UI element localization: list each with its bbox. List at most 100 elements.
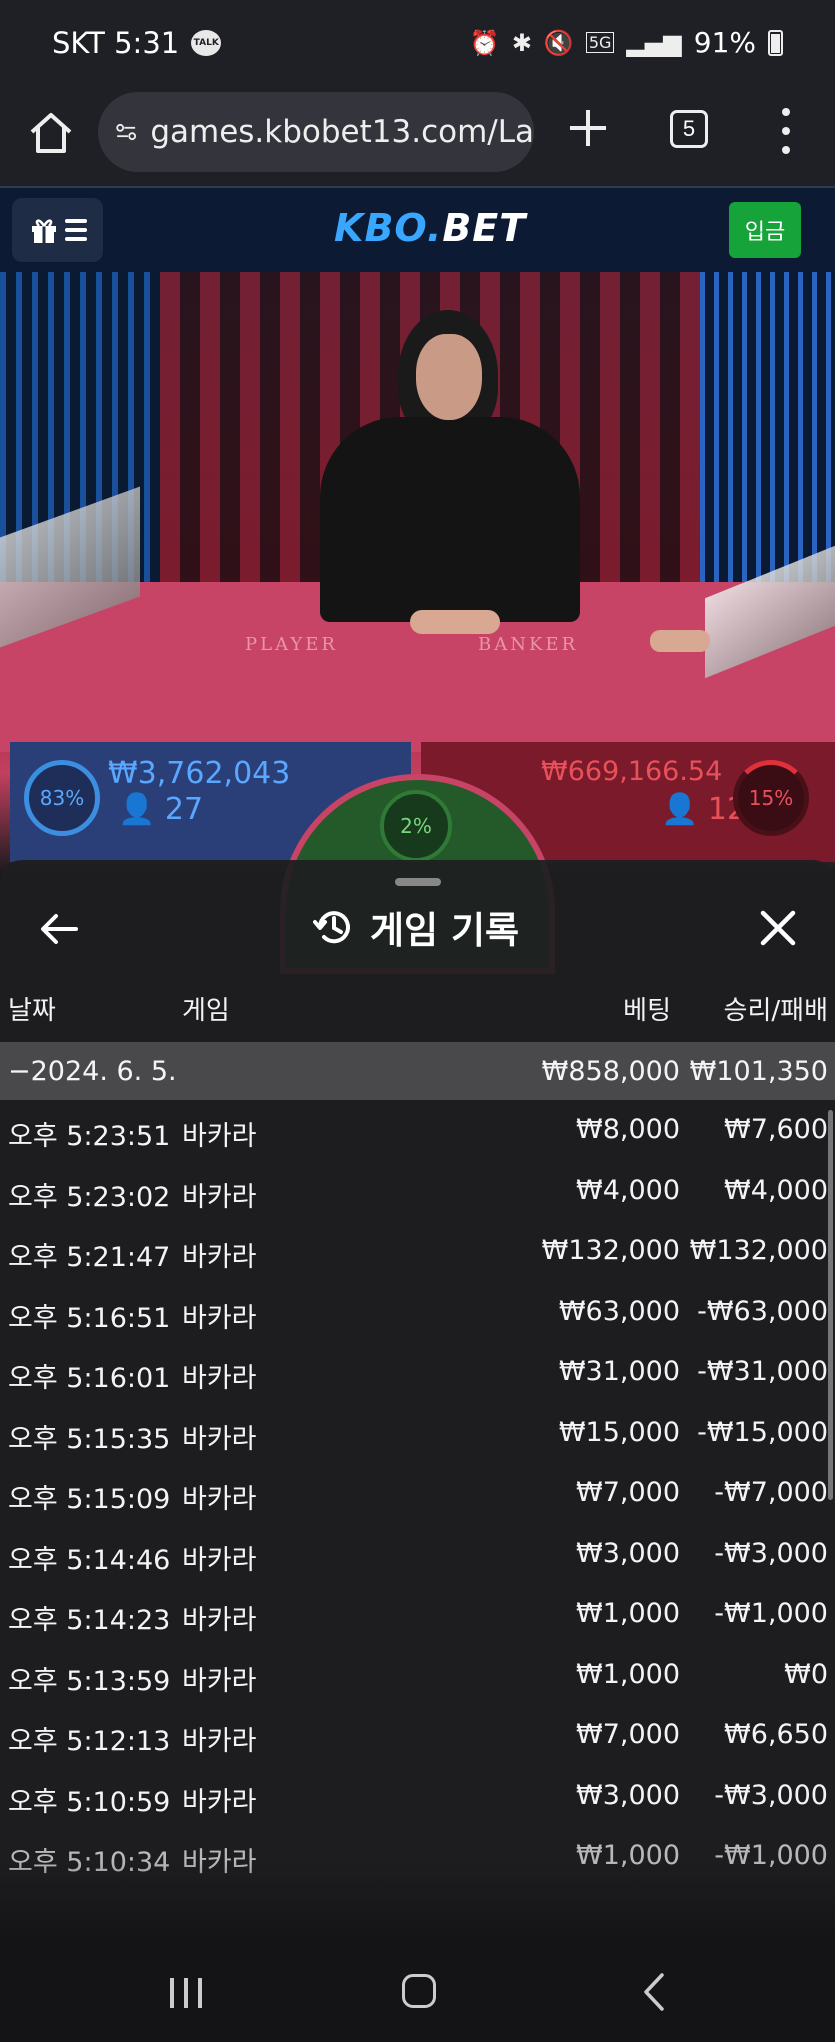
right-backdrop <box>700 272 835 602</box>
battery-icon <box>768 29 783 56</box>
home-nav-icon[interactable] <box>402 1974 436 2008</box>
close-icon[interactable] <box>758 908 798 948</box>
url-text: games.kbobet13.com/La <box>150 114 534 150</box>
history-icon <box>313 911 350 944</box>
5g-icon: 5G <box>585 32 615 53</box>
system-nav-bar <box>0 1942 835 2042</box>
row-time: 오후 5:21:47 <box>8 1242 171 1273</box>
row-time: 오후 5:16:51 <box>8 1302 171 1334</box>
row-bet: ₩7,000 <box>576 1477 680 1508</box>
address-bar[interactable]: games.kbobet13.com/La <box>98 92 534 172</box>
site-settings-icon[interactable] <box>116 117 137 147</box>
recent-apps-icon[interactable] <box>170 1978 202 2008</box>
table-row[interactable]: 오후 5:23:02 바카라 ₩4,000 ₩4,000 <box>0 1161 835 1222</box>
row-bet: ₩1,000 <box>576 1598 680 1629</box>
player-total-amount: ₩3,762,043 <box>108 756 291 791</box>
table-row[interactable]: 오후 5:15:09 바카라 ₩7,000 -₩7,000 <box>0 1463 835 1524</box>
row-game: 바카라 <box>182 1363 257 1394</box>
column-bet: 베팅 <box>623 996 671 1026</box>
row-time: 오후 5:13:59 <box>8 1665 171 1697</box>
table-row[interactable]: 오후 5:16:51 바카라 ₩63,000 -₩63,000 <box>0 1282 835 1343</box>
date-summary-row[interactable]: −2024. 6. 5. ₩858,000 ₩101,350 <box>0 1042 835 1100</box>
status-right: ⏰ ✱ 🔇 5G ▂▄▆ 91% <box>470 26 783 59</box>
row-game: 바카라 <box>182 1726 257 1757</box>
drag-handle[interactable] <box>395 878 441 886</box>
row-result: ₩6,650 <box>724 1719 828 1750</box>
site-header: KBO.BET 입금 <box>0 186 835 272</box>
table-row[interactable]: 오후 5:13:59 바카라 ₩1,000 ₩0 <box>0 1645 835 1706</box>
mute-icon: 🔇 <box>543 28 574 57</box>
row-game: 바카라 <box>182 1786 257 1818</box>
table-row[interactable]: 오후 5:10:59 바카라 ₩3,000 -₩3,000 <box>0 1766 835 1827</box>
row-result: ₩132,000 <box>689 1235 828 1266</box>
kakaotalk-icon: TALK <box>191 30 222 56</box>
summary-bet: ₩858,000 <box>541 1056 680 1087</box>
more-options-icon[interactable] <box>778 108 794 154</box>
summary-win-loss: ₩101,350 <box>689 1056 828 1087</box>
summary-date: −2024. 6. 5. <box>8 1056 177 1087</box>
dealer-hand <box>650 630 710 652</box>
row-bet: ₩8,000 <box>576 1114 680 1145</box>
table-row[interactable]: 오후 5:21:47 바카라 ₩132,000 ₩132,000 <box>0 1221 835 1282</box>
tab-switcher-button[interactable]: 5 <box>670 110 708 148</box>
menu-button[interactable] <box>12 198 103 262</box>
row-time: 오후 5:10:59 <box>8 1786 171 1818</box>
row-time: 오후 5:23:51 <box>8 1121 171 1152</box>
sheet-title-wrap: 게임 기록 <box>312 900 519 954</box>
history-table-header: 날짜 게임 베팅 승리/패배 <box>0 990 835 1034</box>
row-time: 오후 5:12:13 <box>8 1726 171 1757</box>
status-bar: SKT 5:31 TALK ⏰ ✱ 🔇 5G ▂▄▆ 91% <box>0 0 835 90</box>
table-row[interactable]: 오후 5:15:35 바카라 ₩15,000 -₩15,000 <box>0 1403 835 1464</box>
row-bet: ₩4,000 <box>576 1174 680 1206</box>
row-game: 바카라 <box>182 1242 257 1273</box>
row-bet: ₩31,000 <box>558 1356 680 1387</box>
row-game: 바카라 <box>182 1423 257 1455</box>
sheet-title: 게임 기록 <box>370 909 520 952</box>
home-icon[interactable] <box>26 108 76 158</box>
logo-part1: KBO. <box>334 206 443 250</box>
site-logo[interactable]: KBO.BET <box>334 206 526 250</box>
table-row[interactable]: 오후 5:12:13 바카라 ₩7,000 ₩6,650 <box>0 1705 835 1766</box>
row-bet: ₩15,000 <box>558 1416 680 1448</box>
table-row[interactable]: 오후 5:23:51 바카라 ₩8,000 ₩7,600 <box>0 1100 835 1161</box>
person-icon: 👤 <box>661 792 699 827</box>
row-bet: ₩63,000 <box>558 1295 680 1327</box>
carrier-time: SKT 5:31 <box>52 26 180 60</box>
table-row[interactable]: 오후 5:14:46 바카라 ₩3,000 -₩3,000 <box>0 1524 835 1585</box>
row-result: -₩15,000 <box>697 1416 828 1448</box>
row-result: -₩3,000 <box>714 1537 828 1569</box>
column-game: 게임 <box>182 996 230 1026</box>
battery-percent: 91% <box>693 26 756 59</box>
felt-player-label: PLAYER <box>245 634 338 655</box>
row-result: ₩7,600 <box>724 1114 828 1145</box>
row-game: 바카라 <box>182 1605 257 1636</box>
row-result: ₩0 <box>784 1658 828 1690</box>
player-percent-ring: 83% <box>24 760 100 836</box>
browser-toolbar: games.kbobet13.com/La 5 <box>0 90 835 186</box>
row-result: -₩1,000 <box>714 1598 828 1629</box>
back-nav-icon[interactable] <box>642 1972 666 2012</box>
deposit-button[interactable]: 입금 <box>729 202 801 258</box>
gift-icon <box>31 219 56 243</box>
hamburger-icon <box>64 219 87 241</box>
row-time: 오후 5:15:09 <box>8 1484 171 1515</box>
history-table-body: −2024. 6. 5. ₩858,000 ₩101,350 오후 5:23:5… <box>0 1042 835 1887</box>
history-scrollbar[interactable] <box>828 1110 833 1500</box>
status-left: SKT 5:31 TALK <box>52 26 222 60</box>
row-bet: ₩7,000 <box>576 1719 680 1750</box>
row-game: 바카라 <box>182 1665 257 1697</box>
row-bet: ₩3,000 <box>576 1779 680 1811</box>
sheet-bottom-fade <box>0 1862 835 1942</box>
table-row[interactable]: 오후 5:16:01 바카라 ₩31,000 -₩31,000 <box>0 1342 835 1403</box>
bluetooth-icon: ✱ <box>511 28 532 57</box>
alarm-icon: ⏰ <box>469 28 500 57</box>
new-tab-icon[interactable] <box>566 106 610 150</box>
row-game: 바카라 <box>182 1302 257 1334</box>
table-row[interactable]: 오후 5:14:23 바카라 ₩1,000 -₩1,000 <box>0 1584 835 1645</box>
row-game: 바카라 <box>182 1121 257 1152</box>
back-arrow-icon[interactable] <box>38 908 80 950</box>
row-time: 오후 5:23:02 <box>8 1181 171 1213</box>
logo-part2: BET <box>442 206 527 250</box>
row-bet: ₩132,000 <box>541 1235 680 1266</box>
felt-banker-label: BANKER <box>478 634 579 655</box>
